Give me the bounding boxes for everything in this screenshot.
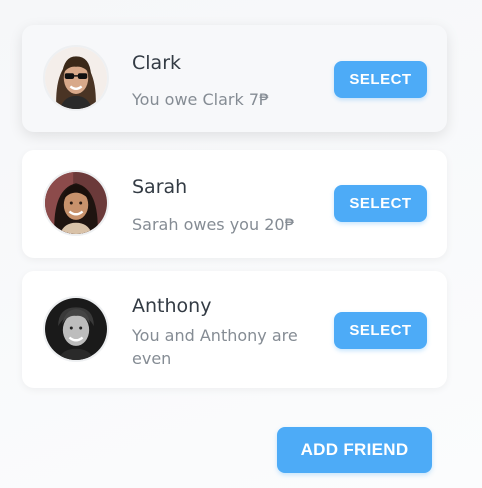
friend-name: Anthony — [132, 295, 212, 317]
avatar-sarah-photo-icon — [45, 172, 107, 234]
friend-card-anthony[interactable]: Anthony You and Anthony are even SELECT — [22, 271, 447, 388]
friend-card-sarah[interactable]: Sarah Sarah owes you 20₱ SELECT — [22, 150, 447, 258]
add-friend-button[interactable]: ADD FRIEND — [277, 427, 432, 473]
friend-balance-status: You owe Clark 7₱ — [132, 90, 270, 109]
friend-card-clark[interactable]: Clark You owe Clark 7₱ SELECT — [22, 25, 447, 132]
select-friend-button[interactable]: SELECT — [334, 312, 427, 349]
friends-list-page: Clark You owe Clark 7₱ SELECT Sarah Sara… — [0, 0, 482, 488]
avatar — [43, 45, 109, 111]
avatar — [43, 296, 109, 362]
select-friend-button[interactable]: SELECT — [334, 185, 427, 222]
select-friend-button[interactable]: SELECT — [334, 61, 427, 98]
avatar-anthony-photo-icon — [45, 298, 107, 360]
friend-name: Sarah — [132, 176, 188, 198]
avatar-clark-photo-icon — [45, 47, 107, 109]
avatar — [43, 170, 109, 236]
friend-balance-status: Sarah owes you 20₱ — [132, 215, 295, 234]
friend-name: Clark — [132, 52, 182, 74]
friend-balance-status: You and Anthony are even — [132, 326, 298, 368]
